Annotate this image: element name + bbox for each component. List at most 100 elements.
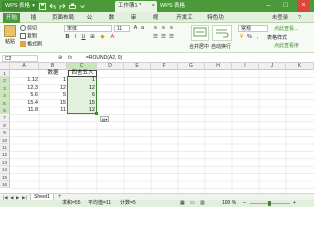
fx-icon[interactable]: fx: [68, 55, 72, 62]
zoom-formula-icon[interactable]: ⊕: [58, 55, 63, 62]
bold-button[interactable]: B: [64, 34, 71, 41]
minimize-button[interactable]: –: [262, 0, 275, 12]
row-header[interactable]: 8: [0, 121, 10, 130]
tab-data[interactable]: 数据: [104, 13, 119, 31]
percent-icon[interactable]: %: [246, 34, 253, 41]
cell-a2[interactable]: 1.12: [11, 77, 38, 84]
login-status[interactable]: 未登录: [268, 13, 292, 23]
row-header[interactable]: 15: [0, 173, 10, 181]
row-header[interactable]: 14: [0, 166, 10, 174]
row-header[interactable]: 6: [0, 107, 10, 115]
align-bottom-icon[interactable]: ≡: [168, 25, 175, 32]
row-header[interactable]: 11: [0, 144, 10, 152]
maximize-button[interactable]: □: [279, 0, 292, 12]
view-normal-icon[interactable]: ▦: [180, 200, 185, 207]
column-header-e[interactable]: E: [124, 63, 151, 70]
align-top-icon[interactable]: ≡: [152, 25, 159, 32]
smart-hint-link[interactable]: 点此查看...: [274, 26, 298, 33]
merge-center-button[interactable]: [191, 25, 209, 41]
shrink-font-icon[interactable]: a: [139, 25, 146, 32]
cut-button[interactable]: 剪切: [20, 25, 37, 32]
cell-b1[interactable]: 数据: [40, 70, 66, 77]
feature-hint-link[interactable]: 点此查看序: [274, 43, 299, 50]
row-header[interactable]: 9: [0, 129, 10, 137]
save-icon[interactable]: [38, 2, 46, 10]
formula-input[interactable]: =ROUND(A2, 0): [86, 55, 310, 62]
row-header[interactable]: 3: [0, 84, 10, 93]
tab-developer[interactable]: 开发工具: [171, 13, 198, 31]
tab-review[interactable]: 审阅: [126, 13, 141, 31]
column-header-b[interactable]: B: [39, 63, 67, 70]
row-header[interactable]: 10: [0, 136, 10, 144]
zoom-level[interactable]: 100 %: [222, 200, 236, 207]
cell-b5[interactable]: 15: [40, 100, 66, 107]
font-color-icon[interactable]: A: [109, 34, 116, 41]
more-icon[interactable]: [78, 2, 86, 10]
row-header[interactable]: 2: [0, 77, 10, 85]
column-header-a[interactable]: A: [10, 63, 39, 70]
format-painter-button[interactable]: 格式刷: [20, 41, 42, 48]
align-left-icon[interactable]: ☰: [152, 34, 159, 41]
cell-a6[interactable]: 11.8: [11, 107, 38, 114]
zoom-out-icon[interactable]: –: [243, 200, 246, 207]
tab-view[interactable]: 视图: [148, 13, 163, 31]
column-header-h[interactable]: H: [205, 63, 232, 70]
row-header[interactable]: 7: [0, 114, 10, 122]
close-window-button[interactable]: ×: [297, 0, 310, 12]
cell-c2[interactable]: 1: [68, 77, 95, 84]
app-menu-button[interactable]: WPS 表格 ▾: [2, 1, 38, 11]
print-icon[interactable]: [68, 2, 76, 10]
cell-c3[interactable]: 12: [68, 85, 95, 92]
align-center-icon[interactable]: ☰: [160, 34, 167, 41]
redo-icon[interactable]: [58, 2, 66, 10]
column-header-j[interactable]: J: [259, 63, 286, 70]
paste-button[interactable]: 粘贴: [3, 25, 17, 45]
italic-button[interactable]: I: [72, 34, 79, 41]
view-page-icon[interactable]: ▭: [190, 200, 195, 207]
tab-insert[interactable]: 插入: [26, 13, 41, 31]
cell-c5[interactable]: 15: [68, 100, 95, 107]
tab-home[interactable]: 开始: [3, 13, 20, 23]
border-icon[interactable]: ⊞: [89, 34, 96, 41]
cell-b4[interactable]: 5: [40, 92, 66, 99]
column-header-c[interactable]: C: [67, 63, 97, 70]
row-header[interactable]: 1: [0, 70, 10, 78]
cell-b6[interactable]: 11: [40, 107, 66, 114]
row-header[interactable]: 5: [0, 99, 10, 107]
tab-features[interactable]: 特色功能: [202, 13, 229, 31]
table-styles-button[interactable]: 表格样式: [267, 35, 287, 42]
fill-color-icon[interactable]: ◆: [99, 34, 106, 41]
wrap-text-button[interactable]: [212, 25, 232, 41]
cell-b2[interactable]: 1: [40, 77, 66, 84]
currency-icon[interactable]: ¥: [238, 34, 245, 41]
grow-font-icon[interactable]: A: [132, 25, 139, 32]
select-all-corner[interactable]: [0, 63, 10, 70]
fill-handle[interactable]: [95, 112, 98, 115]
row-header[interactable]: 12: [0, 151, 10, 159]
name-box[interactable]: C2: [2, 55, 38, 62]
undo-icon[interactable]: [48, 2, 56, 10]
cell-a4[interactable]: 5.6: [11, 92, 38, 99]
column-header-k[interactable]: K: [286, 63, 314, 70]
cell-a3[interactable]: 12.3: [11, 85, 38, 92]
font-name-select[interactable]: 宋体: [64, 25, 112, 32]
zoom-in-icon[interactable]: +: [293, 200, 296, 207]
close-tab-icon[interactable]: ×: [152, 1, 155, 12]
help-icon[interactable]: ?: [295, 13, 303, 23]
view-break-icon[interactable]: ▥: [200, 200, 205, 207]
align-middle-icon[interactable]: ≡: [160, 25, 167, 32]
number-format-select[interactable]: 常规: [238, 25, 268, 32]
cell-b3[interactable]: 12: [40, 85, 66, 92]
cell-c1[interactable]: 四舍五入: [68, 70, 97, 77]
document-tab[interactable]: 工作簿1 * ×: [115, 1, 157, 12]
cell-a5[interactable]: 15.4: [11, 100, 38, 107]
column-header-g[interactable]: G: [178, 63, 205, 70]
spreadsheet-grid[interactable]: A B C D E F G H I J K 1 2 3 4 5 6 7 8 9 …: [0, 63, 314, 193]
cell-c4[interactable]: 6: [68, 92, 95, 99]
font-size-select[interactable]: 11: [114, 25, 130, 32]
tab-page-layout[interactable]: 页面布局: [49, 13, 77, 23]
cell-c6[interactable]: 12: [68, 107, 95, 114]
copy-button[interactable]: 复制: [20, 33, 37, 40]
row-header[interactable]: 13: [0, 158, 10, 167]
tab-formula[interactable]: 公式: [82, 13, 97, 31]
